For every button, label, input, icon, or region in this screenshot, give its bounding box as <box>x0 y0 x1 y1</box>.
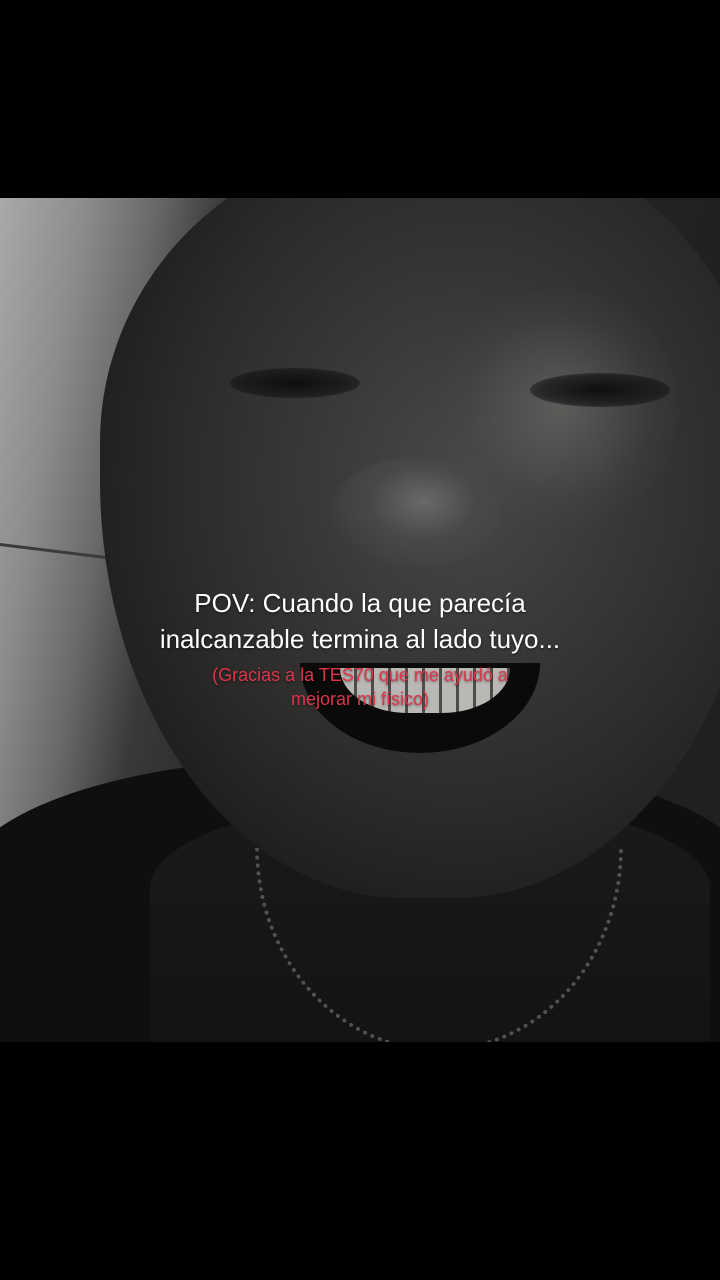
caption-overlay: POV: Cuando la que parecía inalcanzable … <box>0 585 720 711</box>
caption-main-text: POV: Cuando la que parecía inalcanzable … <box>159 588 561 654</box>
letterbox-bottom <box>0 1042 720 1280</box>
right-eye-shadow <box>530 373 670 407</box>
caption-sub-text: (Gracias a la TES70 que me ayudó a mejor… <box>212 665 508 709</box>
letterbox-top <box>0 0 720 198</box>
nose-highlight <box>330 458 500 568</box>
left-eye-shadow <box>230 368 360 398</box>
